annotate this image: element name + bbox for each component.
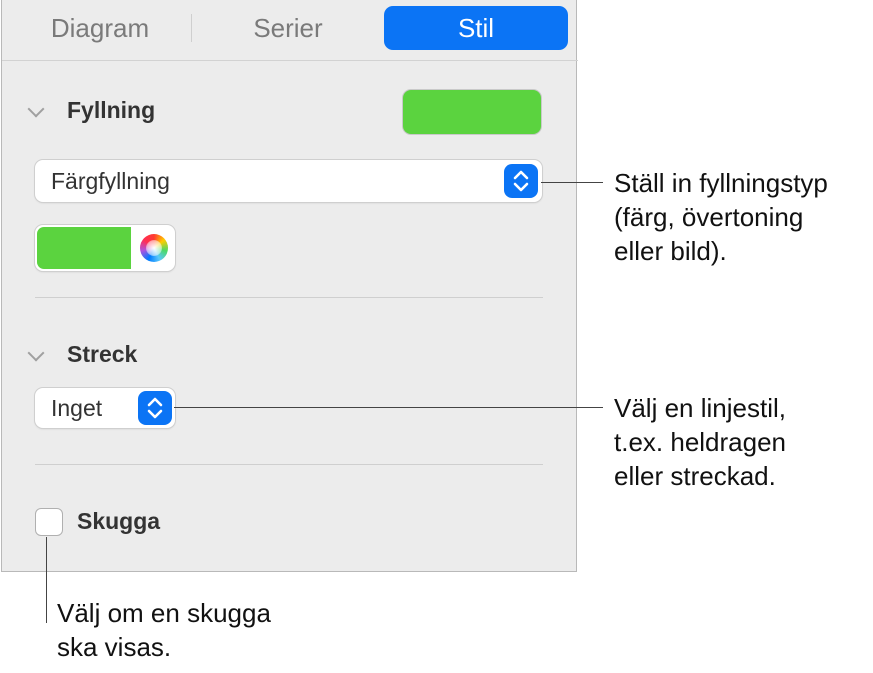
callout-line-line-style xyxy=(174,407,603,408)
callout-text-line: (färg, övertoning xyxy=(614,202,804,232)
format-sidebar: Diagram Serier Stil Fyllning Färgfyllnin… xyxy=(1,0,578,572)
callout-text-line: eller bild). xyxy=(614,236,727,266)
callout-line-shadow xyxy=(46,537,47,623)
fill-type-popup[interactable]: Färgfyllning xyxy=(35,160,542,202)
callout-line-style: Välj en linjestil, t.ex. heldragen eller… xyxy=(614,391,786,493)
callout-text-line: t.ex. heldragen xyxy=(614,427,787,457)
stroke-disclosure-chevron-icon[interactable] xyxy=(27,344,45,362)
fill-type-value: Färgfyllning xyxy=(51,168,170,194)
divider xyxy=(35,464,543,465)
callout-line-fill-type xyxy=(541,182,603,183)
callout-text-line: ska visas. xyxy=(57,632,172,662)
tab-diagram[interactable]: Diagram xyxy=(10,6,190,50)
fill-color-well[interactable] xyxy=(35,225,175,271)
divider xyxy=(35,297,543,298)
fill-type-stepper-icon xyxy=(504,164,538,198)
tab-bar: Diagram Serier Stil xyxy=(2,0,578,61)
callout-text-line: Välj en linjestil, xyxy=(614,393,786,423)
callout-text-line: Ställ in fyllningstyp xyxy=(614,168,828,198)
tab-stil[interactable]: Stil xyxy=(384,6,568,50)
stroke-style-value: Inget xyxy=(51,395,103,421)
shadow-label: Skugga xyxy=(77,508,161,534)
color-wheel-icon[interactable] xyxy=(140,234,168,262)
callout-text-line: eller streckad. xyxy=(614,461,776,491)
tab-separator xyxy=(191,14,192,42)
stroke-style-stepper-icon xyxy=(138,391,172,425)
shadow-checkbox[interactable] xyxy=(35,508,63,536)
tab-serier[interactable]: Serier xyxy=(198,6,378,50)
fill-section-title: Fyllning xyxy=(67,97,156,123)
color-well-fill[interactable] xyxy=(37,227,131,269)
stroke-style-popup[interactable]: Inget xyxy=(35,388,175,428)
callout-fill-type: Ställ in fyllningstyp (färg, övertoning … xyxy=(614,166,828,268)
callout-text-line: Välj om en skugga xyxy=(57,598,271,628)
fill-disclosure-chevron-icon[interactable] xyxy=(27,100,45,118)
callout-shadow: Välj om en skugga ska visas. xyxy=(57,596,271,664)
fill-color-swatch[interactable] xyxy=(403,90,541,134)
stroke-section-title: Streck xyxy=(67,341,138,367)
